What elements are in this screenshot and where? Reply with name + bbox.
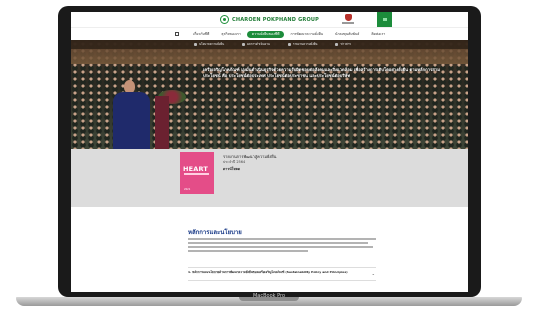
emblem-caption [342,22,354,24]
home-icon[interactable] [175,32,179,36]
tab-label: ข่าวสาร [340,42,352,46]
tab-icon [194,43,197,46]
nav-item-investor[interactable]: นักลงทุนสัมพันธ์ [329,31,365,38]
tab-icon [335,43,339,46]
report-section: HEART 2021 รายงานการพัฒนาสู่ความยั่งยืน … [71,149,468,207]
speaker-body [113,92,150,149]
main-nav: เกี่ยวกับซีพี ธุรกิจของเรา ความยั่งยืนขอ… [71,28,468,40]
language-button[interactable] [377,12,392,27]
accordion-item[interactable]: 1. หลักการและนโยบายด้านการพัฒนาความยั่งย… [188,267,376,281]
chevron-down-icon: ⌄ [371,271,375,276]
site-logo[interactable]: CHAROEN POKPHAND GROUP [219,15,320,24]
nav-item-business[interactable]: ธุรกิจของเรา [215,31,246,38]
flag-icon [382,18,387,21]
policy-section: หลักการและนโยบาย 1. หลักการและนโยบายด้าน… [71,207,468,291]
section-title: หลักการและนโยบาย [188,229,242,236]
speaker-figure [105,80,155,149]
tab-icon [287,43,291,46]
tab-news[interactable]: ข่าวสาร [326,42,360,47]
download-link[interactable]: ดาวน์โหลด [223,165,276,173]
laptop-screen: CHAROEN POKPHAND GROUP เกี่ยวกับซีพี ธุร… [71,12,468,292]
hero-text: เครือเจริญโภคภัณฑ์ มุ่งมั่นดำเนินธุรกิจด… [203,67,440,79]
podium [155,96,169,149]
hero-banner: นโยบายความยั่งยืน ผลการดำเนินงาน รายงานค… [71,40,468,149]
logo-text: CHAROEN POKPHAND GROUP [231,16,320,23]
tab-policy[interactable]: นโยบายความยั่งยืน [185,42,233,47]
tab-label: ผลการดำเนินงาน [247,42,270,46]
tab-label: นโยบายความยั่งยืน [199,42,225,46]
paragraph-line [188,238,376,240]
nav-item-sustainability[interactable]: ความยั่งยืนของซีพี [246,30,285,38]
paragraph-line [188,242,368,244]
report-cover-year: 2021 [184,188,191,191]
nav-item-about[interactable]: เกี่ยวกับซีพี [187,31,215,38]
report-cover[interactable]: HEART 2021 [180,152,214,194]
site-header: CHAROEN POKPHAND GROUP [71,12,468,28]
royal-emblem-icon [342,14,354,25]
hero-caption: เครือเจริญโภคภัณฑ์ มุ่งมั่นดำเนินธุรกิจด… [203,67,457,93]
tab-report[interactable]: รายงานความยั่งยืน [279,42,327,47]
tab-label: รายงานความยั่งยืน [292,42,318,46]
tab-icon [242,43,246,46]
report-info: รายงานการพัฒนาสู่ความยั่งยืน ประจำปี 256… [223,154,276,173]
nav-item-development[interactable]: การพัฒนาความยั่งยืน [284,31,329,38]
paragraph-line [188,246,373,248]
tab-performance[interactable]: ผลการดำเนินงาน [233,42,279,47]
paragraph-line [188,250,308,252]
accordion-item-text: 1. หลักการและนโยบายด้านการพัฒนาความยั่งย… [188,269,348,274]
nav-item-contact[interactable]: ติดต่อเรา [365,31,391,38]
report-cover-subtitle-bar [184,173,209,175]
laptop-notch [239,297,299,301]
cp-logo-icon [219,15,229,24]
emblem-shape [344,14,352,21]
laptop-mockup: CHAROEN POKPHAND GROUP เกี่ยวกับซีพี ธุร… [0,0,538,320]
report-cover-title: HEART [183,165,209,173]
sub-tabs: นโยบายความยั่งยืน ผลการดำเนินงาน รายงานค… [71,40,468,49]
